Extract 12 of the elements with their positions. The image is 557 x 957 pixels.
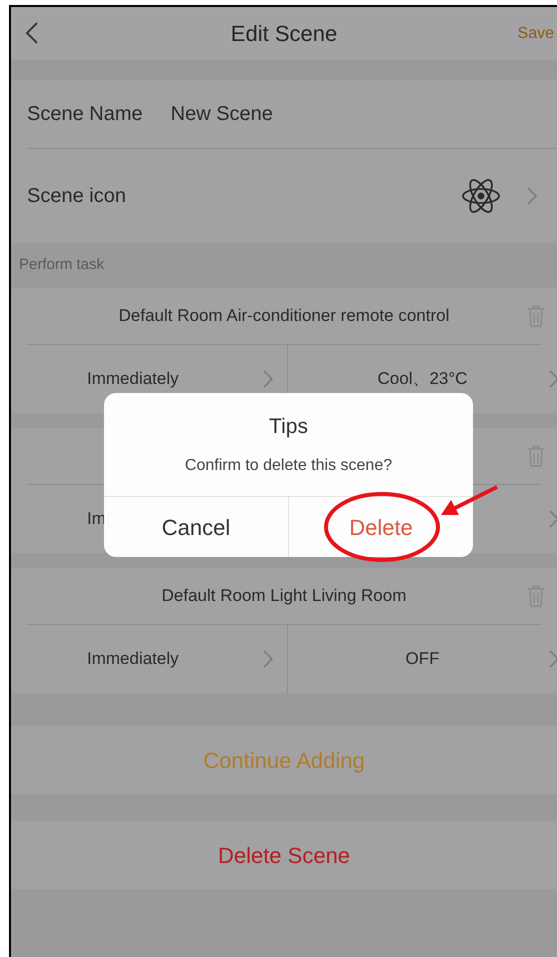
timing-label: Immediately [87,648,179,670]
nav-title: Edit Scene [230,20,338,48]
timing-label: Immediately [87,368,179,390]
field-label: Scene icon [27,184,127,209]
task-title: Default Room Light Living Room [162,585,406,608]
setting-value: Cool、23°C [378,368,468,390]
field-label: Scene Name [27,102,143,127]
setting-value: OFF [406,648,440,670]
dialog-message: Confirm to delete this scene? [184,456,392,476]
dialog-title: Tips [269,414,308,440]
section-header: Perform task [19,255,104,276]
task-title: Default Room Air-conditioner remote control [118,305,450,328]
